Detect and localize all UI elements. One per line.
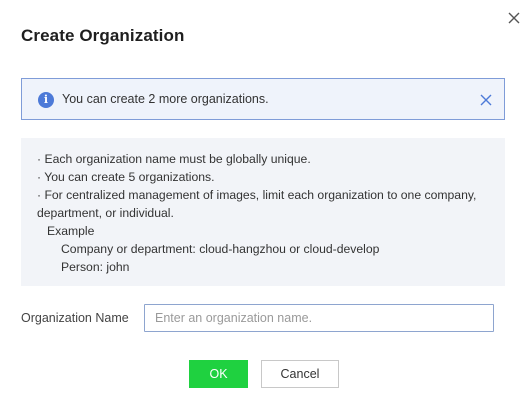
info-icon: i bbox=[38, 92, 54, 108]
banner-close-icon[interactable] bbox=[480, 93, 492, 106]
organization-name-label: Organization Name bbox=[21, 311, 129, 325]
organization-name-input[interactable] bbox=[144, 304, 494, 332]
cancel-button[interactable]: Cancel bbox=[261, 360, 339, 388]
example-label: Example bbox=[47, 224, 95, 238]
close-icon[interactable] bbox=[506, 10, 522, 26]
example-line: Company or department: cloud-hangzhou or… bbox=[61, 242, 380, 256]
ok-button[interactable]: OK bbox=[189, 360, 248, 388]
info-banner-text: You can create 2 more organizations. bbox=[62, 92, 269, 106]
banner-close-icon-graphic bbox=[480, 94, 492, 106]
hint-line: · You can create 5 organizations. bbox=[37, 170, 215, 184]
create-organization-dialog: Create Organization i You can create 2 m… bbox=[0, 0, 528, 403]
hint-line: · For centralized management of images, … bbox=[37, 188, 477, 202]
hint-line: · Each organization name must be globall… bbox=[37, 152, 311, 166]
example-line: Person: john bbox=[61, 260, 130, 274]
hint-line: department, or individual. bbox=[37, 206, 174, 220]
info-banner: i You can create 2 more organizations. bbox=[21, 78, 505, 120]
close-icon-graphic bbox=[508, 12, 520, 24]
dialog-title: Create Organization bbox=[21, 26, 185, 45]
naming-hints-panel: · Each organization name must be globall… bbox=[21, 138, 505, 286]
